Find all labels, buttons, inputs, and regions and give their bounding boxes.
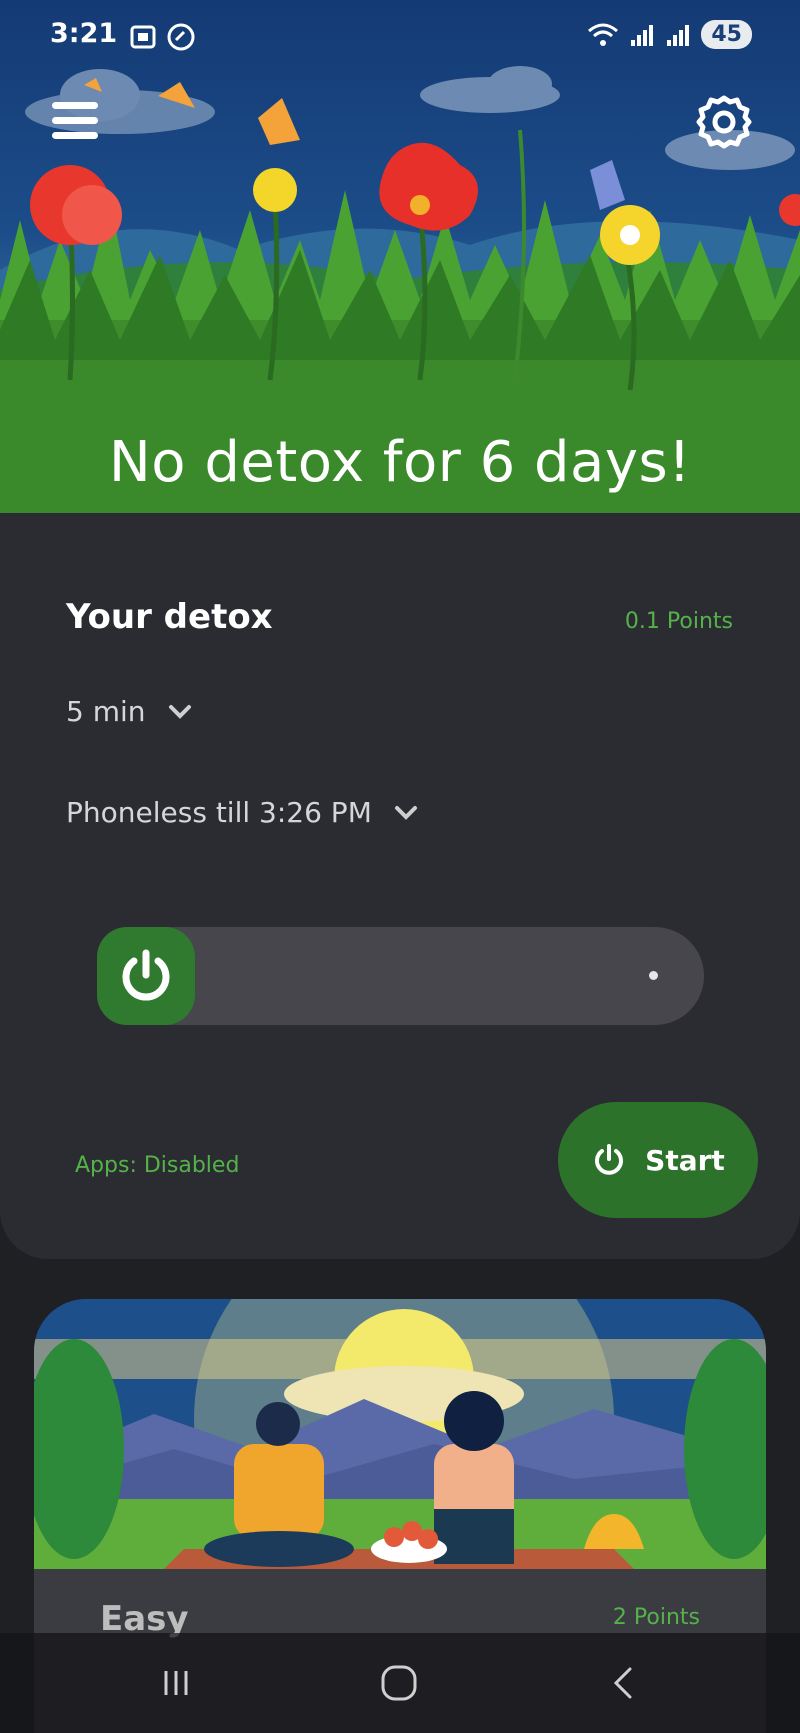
end-time-value: Phoneless till 3:26 PM: [66, 796, 372, 829]
duration-dropdown[interactable]: 5 min: [66, 695, 192, 728]
detox-points: 0.1 Points: [624, 609, 733, 634]
header-banner: 3:21 45 No detox for 6 days!: [0, 0, 800, 513]
recents-button[interactable]: [146, 1653, 206, 1713]
home-button[interactable]: [369, 1653, 429, 1713]
battery-indicator: 45: [701, 20, 752, 49]
status-bar: 3:21 45: [0, 0, 800, 70]
signal-icon: [667, 24, 690, 46]
start-button-label: Start: [645, 1143, 725, 1177]
gear-icon[interactable]: [694, 92, 754, 152]
hamburger-menu-icon[interactable]: [52, 102, 98, 142]
end-time-dropdown[interactable]: Phoneless till 3:26 PM: [66, 796, 418, 829]
level-points: 2 Points: [612, 1605, 700, 1630]
chevron-down-icon: [168, 704, 191, 719]
apps-status: Apps: Disabled: [75, 1153, 240, 1178]
system-navigation-bar: [0, 1633, 800, 1733]
recents-icon: [164, 1671, 188, 1695]
wifi-icon: [588, 23, 619, 46]
slider-handle[interactable]: [97, 927, 195, 1025]
chevron-down-icon: [394, 805, 417, 820]
signal-icon: [631, 24, 654, 46]
slider-end-dot: [649, 971, 658, 980]
swipe-to-start-slider[interactable]: [97, 927, 704, 1025]
detox-streak-title: No detox for 6 days!: [108, 430, 692, 495]
detox-card-title: Your detox: [66, 597, 273, 637]
detox-card: Your detox 0.1 Points 5 min Phoneless ti…: [0, 513, 800, 1259]
back-icon: [613, 1667, 632, 1699]
back-button[interactable]: [594, 1653, 654, 1713]
status-time: 3:21: [50, 18, 118, 49]
home-icon: [381, 1665, 417, 1701]
duration-value: 5 min: [66, 695, 146, 728]
call-icon: [167, 23, 195, 51]
start-button[interactable]: Start: [558, 1102, 758, 1218]
power-icon: [595, 1144, 624, 1175]
screenshot-icon: [130, 25, 156, 49]
power-icon: [122, 949, 170, 1001]
picnic-illustration: [34, 1299, 766, 1569]
